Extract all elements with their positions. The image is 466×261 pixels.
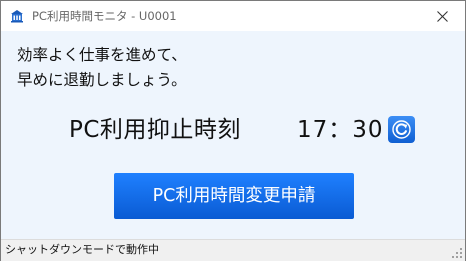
title-bar[interactable]: PC利用時間モニタ - U0001 <box>1 1 465 31</box>
refresh-icon <box>392 120 411 139</box>
status-bar: シャットダウンモードで動作中 <box>1 239 465 261</box>
change-request-button[interactable]: PC利用時間変更申請 <box>114 173 354 219</box>
building-icon <box>11 10 23 23</box>
message-line-1: 効率よく仕事を進めて、 <box>17 46 187 64</box>
status-text: シャットダウンモードで動作中 <box>5 243 159 256</box>
app-window: PC利用時間モニタ - U0001 効率よく仕事を進めて、 早めに退勤しましょう… <box>0 0 466 261</box>
shutdown-time-value: 17：30 <box>297 117 384 143</box>
close-button[interactable] <box>419 1 465 31</box>
message-line-2: 早めに退勤しましょう。 <box>17 71 187 89</box>
resize-grip-icon[interactable] <box>451 247 463 259</box>
close-icon <box>436 10 448 22</box>
reminder-message: 効率よく仕事を進めて、 早めに退勤しましょう。 <box>17 43 187 93</box>
window-title: PC利用時間モニタ - U0001 <box>32 9 177 23</box>
shutdown-time-label: PC利用抑止時刻 <box>69 117 241 143</box>
shutdown-time-row: PC利用抑止時刻 17：30 <box>1 113 465 147</box>
refresh-button[interactable] <box>388 116 415 143</box>
